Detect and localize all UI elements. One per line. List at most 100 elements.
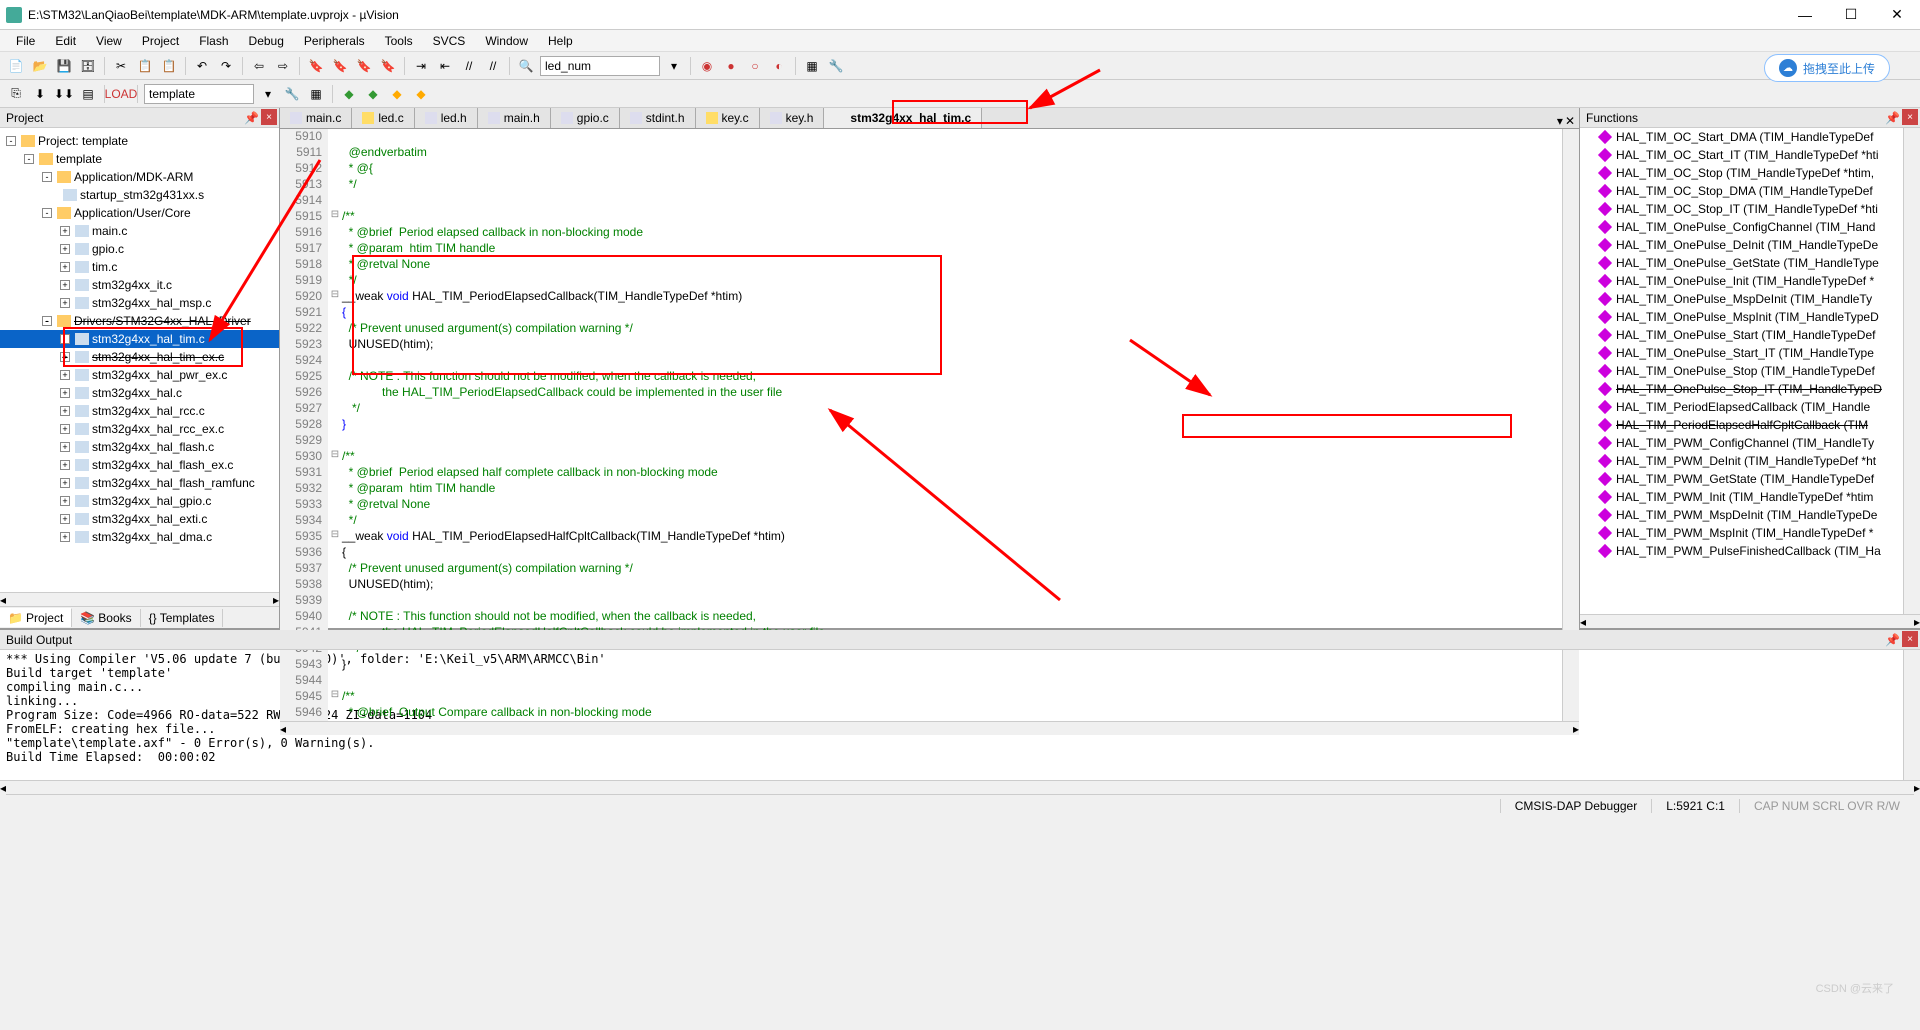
function-item[interactable]: HAL_TIM_OC_Stop (TIM_HandleTypeDef *htim…: [1580, 164, 1903, 182]
function-item[interactable]: HAL_TIM_PWM_Init (TIM_HandleTypeDef *hti…: [1580, 488, 1903, 506]
rebuild-icon[interactable]: ⬇⬇: [54, 84, 74, 104]
translate-icon[interactable]: ⎘: [6, 84, 26, 104]
new-icon[interactable]: 📄: [6, 56, 26, 76]
menu-project[interactable]: Project: [132, 32, 189, 50]
tree-item[interactable]: +stm32g4xx_hal_flash.c: [0, 438, 279, 456]
project-bottom-tabs[interactable]: 📁 Project 📚 Books {} Templates: [0, 606, 279, 628]
function-item[interactable]: HAL_TIM_OnePulse_GetState (TIM_HandleTyp…: [1580, 254, 1903, 272]
copy-icon[interactable]: 📋: [135, 56, 155, 76]
tree-item[interactable]: +stm32g4xx_hal.c: [0, 384, 279, 402]
function-item[interactable]: HAL_TIM_OnePulse_Start_IT (TIM_HandleTyp…: [1580, 344, 1903, 362]
tree-item[interactable]: -Drivers/STM32G4xx_HAL_Driver: [0, 312, 279, 330]
tree-item[interactable]: -Application/User/Core: [0, 204, 279, 222]
target-combo[interactable]: template: [144, 84, 254, 104]
redo-icon[interactable]: ↷: [216, 56, 236, 76]
tab-project[interactable]: 📁 Project: [0, 608, 72, 627]
function-item[interactable]: HAL_TIM_OnePulse_MspInit (TIM_HandleType…: [1580, 308, 1903, 326]
project-tree[interactable]: -Project: template-template-Application/…: [0, 128, 279, 592]
build-hscroll[interactable]: ◂▸: [0, 780, 1920, 794]
tab-dropdown-icon[interactable]: ▾: [1557, 114, 1563, 128]
comment-icon[interactable]: //: [459, 56, 479, 76]
build-scrollbar[interactable]: [1903, 650, 1920, 780]
menu-svcs[interactable]: SVCS: [423, 32, 476, 50]
menu-flash[interactable]: Flash: [189, 32, 238, 50]
find-icon[interactable]: 🔍: [516, 56, 536, 76]
function-item[interactable]: HAL_TIM_OC_Stop_DMA (TIM_HandleTypeDef: [1580, 182, 1903, 200]
function-item[interactable]: HAL_TIM_PWM_DeInit (TIM_HandleTypeDef *h…: [1580, 452, 1903, 470]
menu-tools[interactable]: Tools: [375, 32, 423, 50]
paste-icon[interactable]: 📋: [159, 56, 179, 76]
pack-icon[interactable]: ◆: [339, 84, 359, 104]
tree-item[interactable]: +stm32g4xx_hal_tim.c: [0, 330, 279, 348]
tab-books[interactable]: 📚 Books: [72, 609, 140, 627]
functions-hscroll[interactable]: ◂▸: [1580, 614, 1920, 628]
editor-tab[interactable]: led.h: [415, 108, 478, 128]
manage-icon[interactable]: ▦: [306, 84, 326, 104]
function-item[interactable]: HAL_TIM_OnePulse_DeInit (TIM_HandleTypeD…: [1580, 236, 1903, 254]
outdent-icon[interactable]: ⇤: [435, 56, 455, 76]
batch-icon[interactable]: ▤: [78, 84, 98, 104]
bookmark-icon[interactable]: 🔖: [306, 56, 326, 76]
tree-item[interactable]: +stm32g4xx_hal_msp.c: [0, 294, 279, 312]
function-item[interactable]: HAL_TIM_OnePulse_Start (TIM_HandleTypeDe…: [1580, 326, 1903, 344]
pack4-icon[interactable]: ◆: [411, 84, 431, 104]
tab-templates[interactable]: {} Templates: [141, 609, 224, 627]
function-item[interactable]: HAL_TIM_OC_Stop_IT (TIM_HandleTypeDef *h…: [1580, 200, 1903, 218]
function-item[interactable]: HAL_TIM_OnePulse_ConfigChannel (TIM_Hand: [1580, 218, 1903, 236]
tree-item[interactable]: +stm32g4xx_hal_pwr_ex.c: [0, 366, 279, 384]
function-item[interactable]: HAL_TIM_PWM_MspInit (TIM_HandleTypeDef *: [1580, 524, 1903, 542]
editor-tab[interactable]: key.h: [760, 108, 825, 128]
tree-item[interactable]: +stm32g4xx_hal_rcc_ex.c: [0, 420, 279, 438]
close-icon[interactable]: ×: [261, 109, 277, 125]
tree-item[interactable]: -Application/MDK-ARM: [0, 168, 279, 186]
pack3-icon[interactable]: ◆: [387, 84, 407, 104]
editor-tab[interactable]: gpio.c: [551, 108, 620, 128]
function-item[interactable]: HAL_TIM_PWM_GetState (TIM_HandleTypeDef: [1580, 470, 1903, 488]
tree-item[interactable]: startup_stm32g431xx.s: [0, 186, 279, 204]
function-item[interactable]: HAL_TIM_OnePulse_Init (TIM_HandleTypeDef…: [1580, 272, 1903, 290]
window-icon[interactable]: ▦: [802, 56, 822, 76]
fwd-icon[interactable]: ⇨: [273, 56, 293, 76]
find-combo[interactable]: led_num: [540, 56, 660, 76]
tree-item[interactable]: +stm32g4xx_hal_exti.c: [0, 510, 279, 528]
menu-peripherals[interactable]: Peripherals: [294, 32, 375, 50]
save-icon[interactable]: 💾: [54, 56, 74, 76]
back-icon[interactable]: ⇦: [249, 56, 269, 76]
function-item[interactable]: HAL_TIM_OnePulse_Stop (TIM_HandleTypeDef: [1580, 362, 1903, 380]
bookmark3-icon[interactable]: 🔖: [354, 56, 374, 76]
editor-tab[interactable]: led.c: [352, 108, 414, 128]
editor-tab[interactable]: stdint.h: [620, 108, 696, 128]
opts-icon[interactable]: 🔧: [282, 84, 302, 104]
tab-close-icon[interactable]: ✕: [1565, 114, 1575, 128]
tree-item[interactable]: +gpio.c: [0, 240, 279, 258]
tree-item[interactable]: +tim.c: [0, 258, 279, 276]
tree-item[interactable]: +stm32g4xx_hal_gpio.c: [0, 492, 279, 510]
bookmark4-icon[interactable]: 🔖: [378, 56, 398, 76]
function-item[interactable]: HAL_TIM_OnePulse_MspDeInit (TIM_HandleTy: [1580, 290, 1903, 308]
editor-tabs[interactable]: main.cled.cled.hmain.hgpio.cstdint.h key.…: [280, 108, 1579, 129]
function-item[interactable]: HAL_TIM_OC_Start_IT (TIM_HandleTypeDef *…: [1580, 146, 1903, 164]
editor-tab[interactable]: main.h: [478, 108, 551, 128]
editor-hscroll[interactable]: ◂▸: [280, 721, 1579, 735]
tree-item[interactable]: +stm32g4xx_it.c: [0, 276, 279, 294]
config-icon[interactable]: 🔧: [826, 56, 846, 76]
menu-edit[interactable]: Edit: [45, 32, 86, 50]
close-button[interactable]: ✕: [1874, 0, 1920, 30]
functions-scrollbar[interactable]: [1903, 128, 1920, 614]
cut-icon[interactable]: ✂: [111, 56, 131, 76]
tree-item[interactable]: +stm32g4xx_hal_dma.c: [0, 528, 279, 546]
indent-icon[interactable]: ⇥: [411, 56, 431, 76]
maximize-button[interactable]: ☐: [1828, 0, 1874, 30]
close-icon[interactable]: ×: [1902, 109, 1918, 125]
tree-item[interactable]: +stm32g4xx_hal_rcc.c: [0, 402, 279, 420]
tree-item[interactable]: +main.c: [0, 222, 279, 240]
menu-view[interactable]: View: [86, 32, 132, 50]
function-item[interactable]: HAL_TIM_PeriodElapsedCallback (TIM_Handl…: [1580, 398, 1903, 416]
load-icon[interactable]: LOAD: [111, 84, 131, 104]
editor-tab[interactable]: main.c: [280, 108, 352, 128]
menu-file[interactable]: File: [6, 32, 45, 50]
function-item[interactable]: HAL_TIM_PWM_PulseFinishedCallback (TIM_H…: [1580, 542, 1903, 560]
build-icon[interactable]: ⬇: [30, 84, 50, 104]
menu-debug[interactable]: Debug: [239, 32, 294, 50]
editor-tab[interactable]: stm32g4xx_hal_tim.c: [824, 108, 982, 128]
